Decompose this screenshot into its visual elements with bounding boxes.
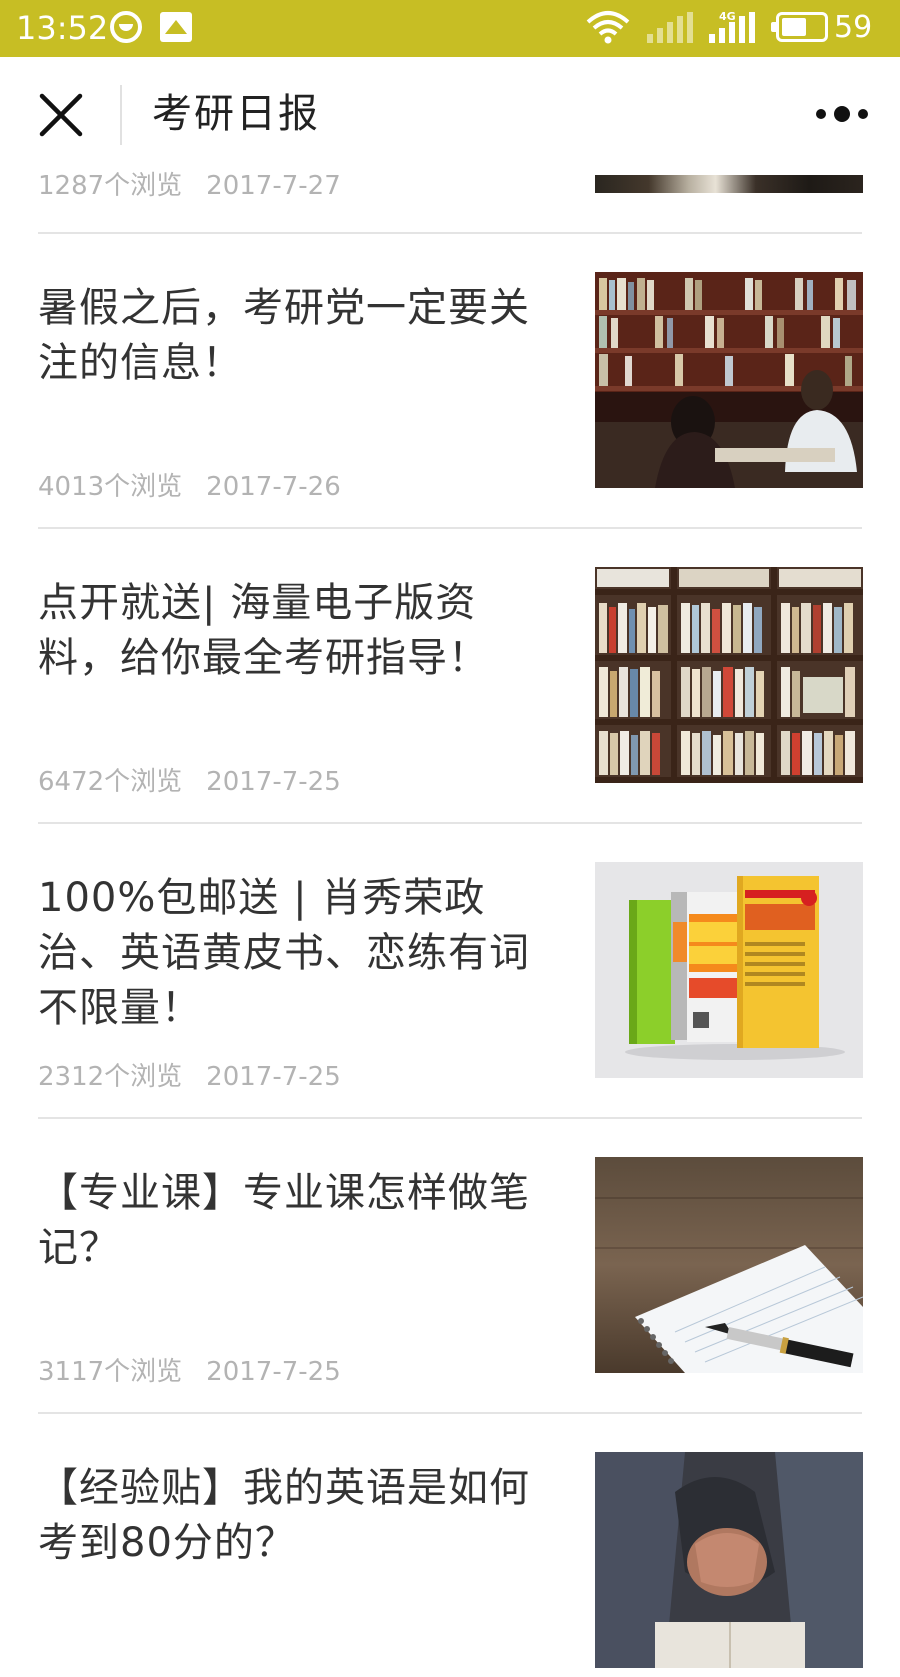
signal-icon bbox=[709, 12, 755, 43]
battery-level: 59 bbox=[834, 10, 873, 45]
article-title: 【经验贴】我的英语是如何考到80分的？ bbox=[38, 1465, 530, 1566]
article-item[interactable]: 暑假之后，考研党一定要关注的信息！ 4013个浏览 2017-7-26 bbox=[0, 272, 900, 502]
view-count: 2312个浏览 bbox=[38, 1062, 183, 1092]
divider bbox=[38, 1117, 862, 1119]
article-item[interactable]: 点开就送| 海量电子版资料，给你最全考研指导！ 6472个浏览 2017-7-2… bbox=[0, 567, 900, 797]
notebook-pen-image bbox=[595, 1157, 863, 1373]
divider bbox=[38, 527, 862, 529]
bookshelf-image bbox=[595, 567, 863, 783]
status-time: 13:52 bbox=[16, 9, 109, 47]
divider bbox=[38, 1412, 862, 1414]
article-title: 暑假之后，考研党一定要关注的信息！ bbox=[38, 285, 530, 386]
partial-item-meta: 1287个浏览 2017-7-27 bbox=[38, 166, 341, 206]
battery-icon bbox=[771, 12, 828, 42]
publish-date: 2017-7-26 bbox=[206, 472, 341, 502]
publish-date: 2017-7-25 bbox=[206, 1357, 341, 1387]
books-covers-image bbox=[595, 862, 863, 1078]
nav-divider bbox=[120, 85, 122, 145]
praying-hands-image bbox=[595, 1452, 863, 1668]
view-count: 6472个浏览 bbox=[38, 767, 183, 797]
divider bbox=[38, 822, 862, 824]
article-item[interactable]: 【专业课】专业课怎样做笔记？ 3117个浏览 2017-7-25 bbox=[0, 1157, 900, 1387]
article-item[interactable]: 100%包邮送 | 肖秀荣政治、英语黄皮书、恋练有词不限量！ 2312个浏览 2… bbox=[0, 862, 900, 1092]
photo-icon bbox=[160, 12, 192, 42]
divider bbox=[38, 232, 862, 234]
article-meta: 4013个浏览 2017-7-26 bbox=[38, 467, 341, 507]
library-students-image bbox=[595, 272, 863, 488]
view-count: 4013个浏览 bbox=[38, 472, 183, 502]
partial-item-thumbnail bbox=[595, 175, 863, 193]
signal-icon bbox=[647, 12, 693, 43]
emoji-icon bbox=[110, 11, 142, 43]
nav-bar: 考研日报 bbox=[0, 57, 900, 175]
view-count: 1287个浏览 bbox=[38, 171, 183, 201]
article-meta: 6472个浏览 2017-7-25 bbox=[38, 762, 341, 802]
wifi-icon bbox=[586, 11, 630, 44]
publish-date: 2017-7-27 bbox=[206, 171, 341, 201]
publish-date: 2017-7-25 bbox=[206, 1062, 341, 1092]
article-title: 点开就送| 海量电子版资料，给你最全考研指导！ bbox=[38, 580, 489, 681]
article-meta: 2312个浏览 2017-7-25 bbox=[38, 1057, 341, 1097]
article-title: 100%包邮送 | 肖秀荣政治、英语黄皮书、恋练有词不限量！ bbox=[38, 875, 530, 1031]
publish-date: 2017-7-25 bbox=[206, 767, 341, 797]
article-item[interactable]: 【经验贴】我的英语是如何考到80分的？ bbox=[0, 1452, 900, 1677]
close-icon[interactable] bbox=[36, 90, 86, 140]
view-count: 3117个浏览 bbox=[38, 1357, 183, 1387]
status-bar: 13:52 4G 59 bbox=[0, 0, 900, 57]
more-icon[interactable] bbox=[812, 99, 882, 129]
article-meta: 3117个浏览 2017-7-25 bbox=[38, 1352, 341, 1392]
page-title: 考研日报 bbox=[152, 91, 320, 137]
article-title: 【专业课】专业课怎样做笔记？ bbox=[38, 1170, 530, 1271]
